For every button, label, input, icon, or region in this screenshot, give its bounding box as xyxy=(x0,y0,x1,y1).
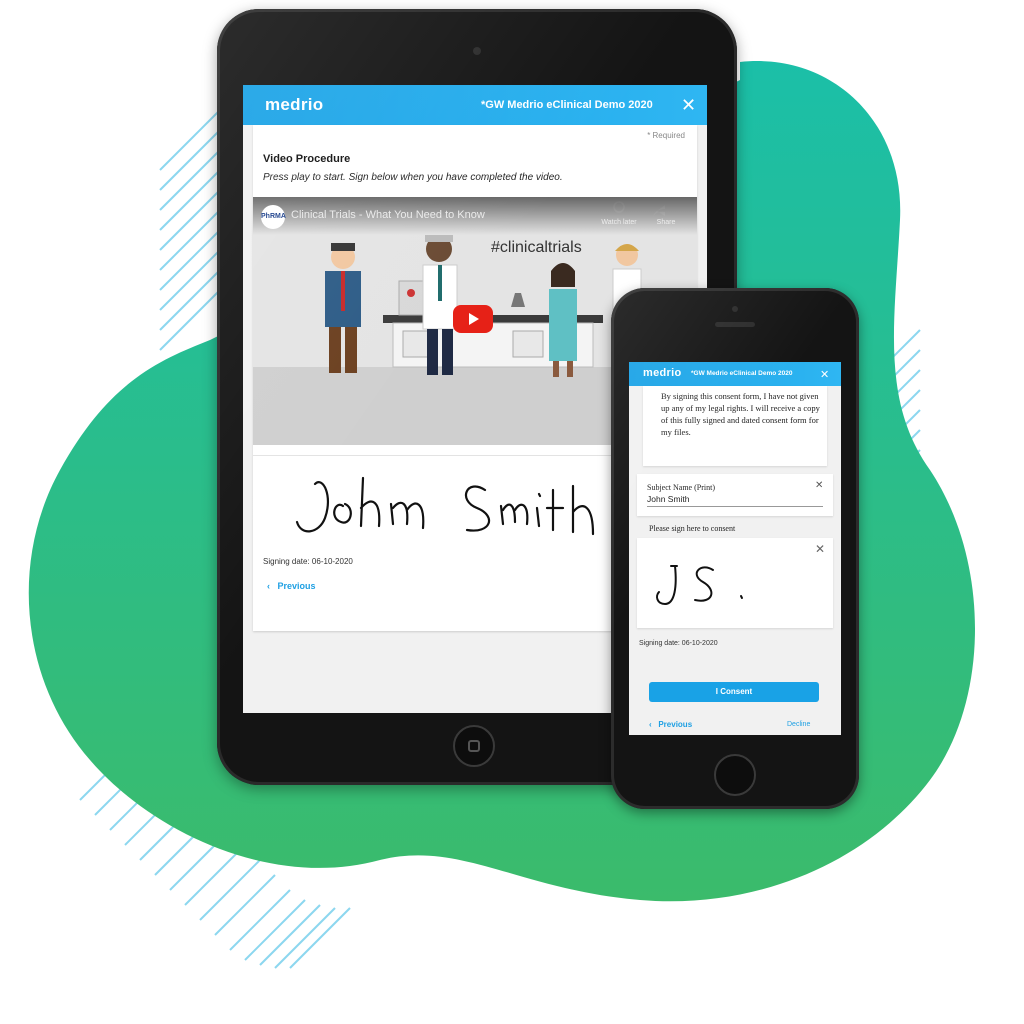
phone-previous-label: Previous xyxy=(658,720,693,729)
app-header: medrio *GW Medrio eClinical Demo 2020 ✕ xyxy=(243,85,707,125)
brand-logo: medrio xyxy=(265,95,324,114)
chevron-left-icon: ‹ xyxy=(267,581,278,591)
phone-brand-logo: medrio xyxy=(643,367,682,379)
phone-signing-date: Signing date: 06-10-2020 xyxy=(639,640,718,647)
field-underline xyxy=(647,506,823,507)
phone-content: By signing this consent form, I have not… xyxy=(629,386,841,735)
phone-study-title: *GW Medrio eClinical Demo 2020 xyxy=(691,370,793,377)
section-title: Video Procedure xyxy=(263,153,351,165)
phone-previous-button[interactable]: ‹ Previous xyxy=(649,720,692,729)
phone-close-icon[interactable]: ✕ xyxy=(820,366,829,384)
phone-home-button[interactable] xyxy=(714,754,756,796)
subject-name-field[interactable]: John Smith xyxy=(647,494,690,504)
decline-button[interactable]: Decline xyxy=(787,721,810,728)
phone-speaker xyxy=(715,322,755,327)
phone-screen: medrio *GW Medrio eClinical Demo 2020 ✕ … xyxy=(629,362,841,735)
channel-logo[interactable]: PhRMA xyxy=(261,205,286,229)
close-icon[interactable]: ✕ xyxy=(681,96,696,114)
video-title[interactable]: Clinical Trials - What You Need to Know xyxy=(291,209,485,221)
phone-device: medrio *GW Medrio eClinical Demo 2020 ✕ … xyxy=(611,288,859,809)
home-square-icon xyxy=(468,740,480,752)
consent-text: By signing this consent form, I have not… xyxy=(661,391,820,437)
phone-app-header: medrio *GW Medrio eClinical Demo 2020 ✕ xyxy=(629,362,841,386)
share-button[interactable]: Share xyxy=(651,219,681,226)
instructions-text: Press play to start. Sign below when you… xyxy=(263,172,563,183)
phone-camera xyxy=(732,306,738,312)
play-icon[interactable] xyxy=(453,305,493,333)
consent-text-card: By signing this consent form, I have not… xyxy=(643,386,827,466)
study-title: *GW Medrio eClinical Demo 2020 xyxy=(481,99,653,111)
phone-chevron-left-icon: ‹ xyxy=(649,720,659,729)
previous-label: Previous xyxy=(277,581,316,591)
signing-date: Signing date: 06-10-2020 xyxy=(263,557,353,566)
phone-signature-image xyxy=(656,565,743,606)
required-note: * Required xyxy=(647,131,685,140)
video-hashtag: #clinicaltrials xyxy=(491,239,582,256)
tablet-home-button[interactable] xyxy=(453,725,495,767)
sign-consent-label: Please sign here to consent xyxy=(649,524,736,533)
watch-later-button[interactable]: Watch later xyxy=(601,219,637,226)
consent-button[interactable]: I Consent xyxy=(649,682,819,702)
subject-name-card: Subject Name (Print) ✕ John Smith xyxy=(637,474,833,516)
tablet-camera xyxy=(473,47,481,55)
clear-icon[interactable]: ✕ xyxy=(815,480,823,491)
play-triangle xyxy=(469,313,479,325)
phone-signature-pad[interactable]: ✕ xyxy=(637,538,833,628)
previous-button[interactable]: ‹ Previous xyxy=(267,581,316,591)
subject-name-label: Subject Name (Print) xyxy=(647,483,715,492)
